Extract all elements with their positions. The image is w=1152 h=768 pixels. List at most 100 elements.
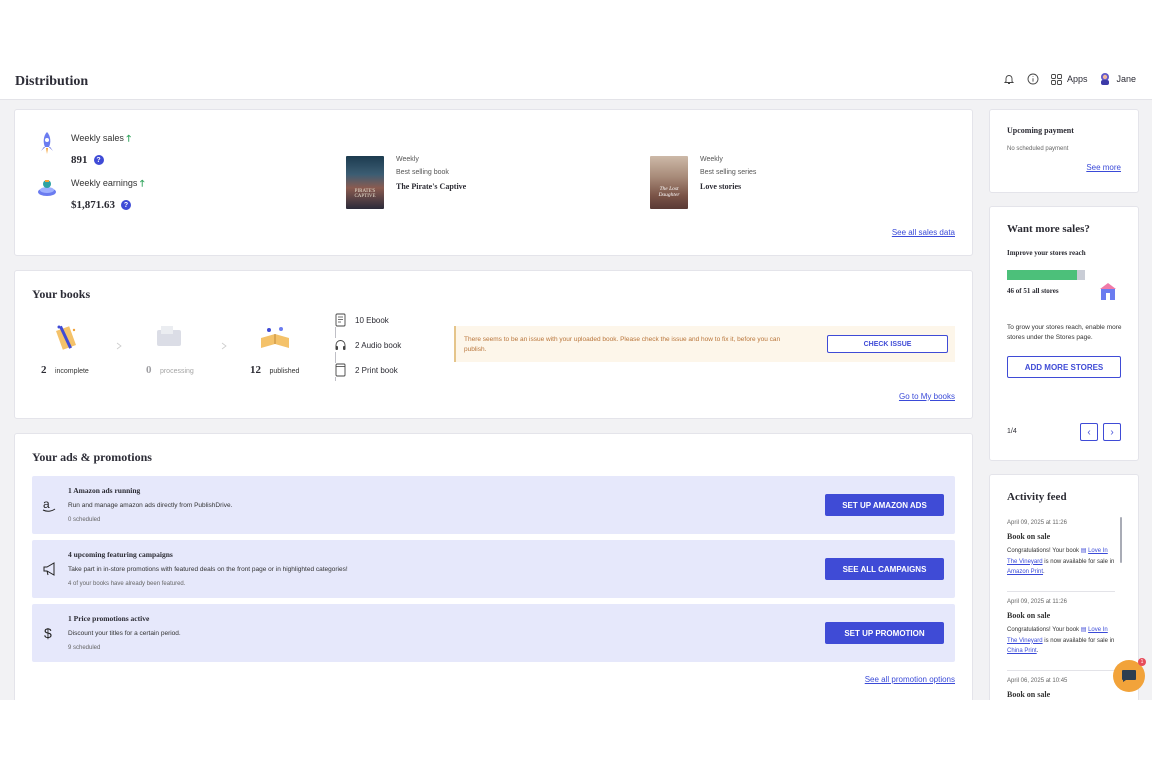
format-label: 10 Ebook (355, 315, 389, 325)
weekly-sales-stat: Weekly sales 🡑 891? (37, 131, 131, 166)
stage-count: 12 (250, 364, 261, 376)
stage-processing[interactable]: 0 processing (146, 360, 216, 378)
activity-message: Congratulations! Your book ▤ Love In The… (1007, 546, 1115, 578)
header-actions: Apps Jane (1003, 72, 1136, 86)
series-cover: The Lost Daughter (650, 156, 688, 209)
info-icon[interactable] (1027, 73, 1039, 85)
svg-text:a: a (43, 497, 50, 511)
set-up-amazon-ads-button[interactable]: SET UP AMAZON ADS (825, 494, 944, 516)
activity-item-title: Book on sale (1007, 690, 1051, 699)
ebook-icon (334, 313, 347, 327)
stage-published[interactable]: 12 published (250, 360, 320, 378)
see-all-campaigns-button[interactable]: SEE ALL CAMPAIGNS (825, 558, 944, 580)
stage-incomplete[interactable]: 2 incomplete (41, 360, 111, 378)
help-icon[interactable]: ? (93, 155, 104, 165)
activity-date: April 09, 2025 at 11:26 (1007, 520, 1067, 526)
trend-up-icon: 🡑 (126, 133, 132, 143)
best-book-title: The Pirate's Captive (396, 182, 467, 191)
bell-icon[interactable] (1003, 73, 1015, 85)
chevron-right-icon: › (1110, 426, 1114, 438)
book-cover: PIRATE'S CAPTIVE (346, 156, 384, 209)
divider (1007, 591, 1115, 592)
activity-text: is now available for sale in (1044, 558, 1115, 565)
svg-text:$: $ (44, 625, 52, 641)
check-issue-button[interactable]: CHECK ISSUE (827, 335, 948, 353)
issue-text: There seems to be an issue with your upl… (464, 336, 781, 353)
stage-count: 2 (41, 364, 47, 376)
your-books-card: Your books 2 incomplete 0 processing 12 … (14, 270, 973, 419)
best-selling-book[interactable]: PIRATE'S CAPTIVE Weekly Best selling boo… (346, 156, 466, 209)
promo-sub: 4 of your books have already been featur… (68, 581, 186, 587)
promo-desc: Discount your titles for a certain perio… (68, 630, 181, 637)
headphones-icon (334, 338, 347, 352)
go-to-my-books-link[interactable]: Go to My books (899, 392, 955, 401)
promo-featuring-campaigns: 4 upcoming featuring campaigns Take part… (32, 540, 955, 598)
chevron-left-icon: ‹ (1087, 426, 1091, 438)
book-formats: 10 Ebook 2 Audio book 2 Print book (334, 313, 402, 381)
see-more-link[interactable]: See more (1086, 163, 1121, 172)
best-book-label: Best selling book (396, 169, 449, 176)
set-up-promotion-button[interactable]: SET UP PROMOTION (825, 622, 944, 644)
user-name: Jane (1116, 74, 1136, 84)
next-button[interactable]: › (1103, 423, 1121, 441)
grid-icon (1051, 73, 1062, 85)
series-cover-title: The Lost Daughter (658, 186, 680, 198)
see-all-sales-link[interactable]: See all sales data (892, 228, 955, 237)
format-label: 2 Audio book (355, 340, 402, 350)
sales-desc: To grow your stores reach, enable more s… (1007, 324, 1122, 341)
promo-desc: Run and manage amazon ads directly from … (68, 502, 233, 509)
activity-text: . (1036, 648, 1039, 654)
promo-amazon-ads: a 1 Amazon ads running Run and manage am… (32, 476, 955, 534)
stage-label: published (269, 368, 300, 375)
stage-label: incomplete (54, 368, 89, 375)
sales-title: Want more sales? (1007, 223, 1090, 235)
activity-date: April 06, 2025 at 10:45 (1007, 678, 1068, 684)
want-more-sales-card: Want more sales? Improve your stores rea… (989, 206, 1139, 461)
see-all-promotion-options-link[interactable]: See all promotion options (865, 675, 955, 684)
scrollbar-thumb[interactable] (1120, 517, 1122, 563)
activity-text: Congratulations! Your book (1007, 627, 1080, 633)
weekly-sales-value: 891 (71, 154, 88, 166)
chat-button[interactable]: 1 (1113, 658, 1146, 692)
activity-item: April 09, 2025 at 11:26 Book on sale Con… (1007, 599, 1115, 657)
book-cover-title: PIRATE'S CAPTIVE (354, 189, 376, 199)
activity-item: April 09, 2025 at 11:26 Book on sale Con… (1007, 520, 1115, 578)
store-link[interactable]: Amazon Print (1007, 569, 1043, 575)
format-audio[interactable]: 2 Audio book (334, 338, 402, 352)
store-link[interactable]: China Print (1007, 648, 1037, 654)
best-selling-series[interactable]: The Lost Daughter Weekly Best selling se… (650, 156, 756, 209)
rocket-icon (41, 132, 53, 154)
pager-label: 1/4 (1007, 428, 1017, 435)
promo-price-promotions: $ 1 Price promotions active Discount you… (32, 604, 955, 662)
stage-count: 0 (146, 364, 152, 376)
activity-text: Congratulations! Your book (1007, 548, 1080, 554)
megaphone-icon (43, 562, 55, 576)
avatar (1101, 73, 1110, 85)
apps-button[interactable]: Apps (1051, 73, 1087, 85)
weekly-earnings-label: Weekly earnings (71, 178, 138, 188)
amazon-icon: a (42, 497, 56, 512)
format-ebook[interactable]: 10 Ebook (334, 313, 401, 327)
activity-item-title: Book on sale (1007, 611, 1051, 620)
chevron-right-icon (116, 342, 122, 350)
books-section-title: Your books (32, 287, 91, 301)
store-icon (1100, 283, 1116, 300)
payment-title: Upcoming payment (1007, 126, 1074, 135)
activity-text: . (1043, 569, 1045, 575)
help-icon[interactable]: ? (121, 200, 131, 210)
processing-illustration (157, 326, 181, 346)
activity-date: April 09, 2025 at 11:26 (1007, 599, 1067, 605)
trend-up-icon: 🡑 (139, 178, 145, 188)
best-book-period: Weekly (396, 156, 419, 163)
previous-button[interactable]: ‹ (1080, 423, 1098, 441)
promo-desc: Take part in in-store promotions with fe… (68, 566, 348, 573)
activity-message: Congratulations! Your book ▤ Love In The… (1007, 625, 1115, 657)
promo-title: 4 upcoming featuring campaigns (68, 550, 173, 559)
user-menu[interactable]: Jane (1099, 72, 1136, 86)
stores-progress-text: 46 of 51 all stores (1007, 287, 1059, 295)
add-more-stores-button[interactable]: ADD MORE STORES (1007, 356, 1121, 378)
weekly-earnings-stat: Weekly earnings 🡑 $1,871.63? (37, 176, 145, 211)
payment-text: No scheduled payment (1007, 146, 1069, 152)
format-print[interactable]: 2 Print book (334, 363, 401, 377)
stores-progress-fill (1007, 270, 1078, 280)
